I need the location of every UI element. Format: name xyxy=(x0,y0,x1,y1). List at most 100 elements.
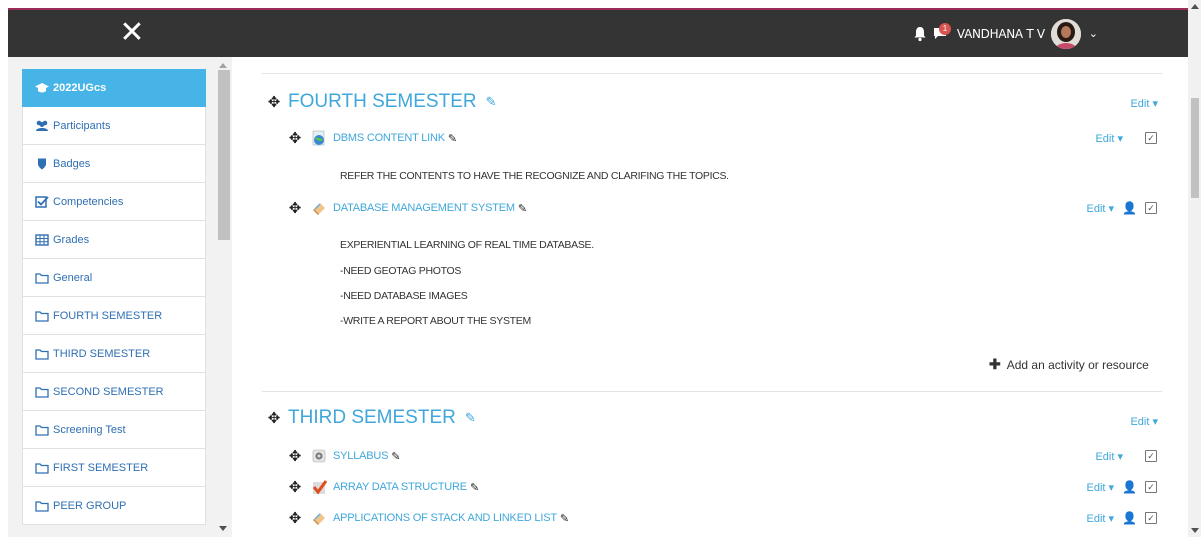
folder-icon xyxy=(35,272,49,284)
move-icon[interactable]: ✥ xyxy=(266,409,282,427)
section-title[interactable]: THIRD SEMESTER xyxy=(288,407,456,429)
drawer-item-grades[interactable]: Grades xyxy=(22,221,206,259)
user-avatar-icon xyxy=(1050,18,1081,49)
drawer-item-competencies[interactable]: Competencies xyxy=(22,183,206,221)
section-edit-menu[interactable]: Edit ▾ xyxy=(1130,97,1158,110)
activity-link[interactable]: SYLLABUS xyxy=(333,450,388,462)
drawer-item-fourth-semester[interactable]: FOURTH SEMESTER xyxy=(22,297,206,335)
drawer-item-peer-group[interactable]: PEER GROUP xyxy=(22,487,206,525)
section-divider xyxy=(262,73,1162,74)
pencil-icon[interactable]: ✎ xyxy=(448,132,457,145)
message-count-badge: 1 xyxy=(938,22,951,35)
scroll-down-arrow-icon[interactable] xyxy=(1191,528,1199,533)
folder-icon xyxy=(35,424,49,436)
person-icon[interactable]: 👤 xyxy=(1122,201,1137,215)
file-icon xyxy=(312,449,326,463)
move-icon[interactable]: ✥ xyxy=(287,478,303,496)
user-menu-area: 1 VANDHANA T V ⌄ xyxy=(913,10,1098,57)
activity-controls: Edit ▾ ✓ xyxy=(1095,450,1157,463)
move-icon[interactable]: ✥ xyxy=(287,199,303,217)
shield-icon xyxy=(38,158,46,169)
completion-checkbox[interactable]: ✓ xyxy=(1145,450,1157,462)
folder-icon xyxy=(35,500,49,512)
pencil-icon[interactable]: ✎ xyxy=(391,450,400,463)
drawer-scrollbar[interactable] xyxy=(215,57,232,537)
scrollbar-thumb[interactable] xyxy=(218,70,230,240)
drawer-nav-list: 2022UGcs Participants Badges Competencie… xyxy=(22,69,206,525)
plus-icon: ✚ xyxy=(989,356,1001,372)
activity-link[interactable]: ARRAY DATA STRUCTURE xyxy=(333,481,467,493)
quiz-icon xyxy=(312,480,327,495)
move-icon[interactable]: ✥ xyxy=(287,447,303,465)
activity-controls: Edit ▾ ✓ xyxy=(1095,132,1157,145)
pencil-icon[interactable]: ✎ xyxy=(465,410,476,426)
bell-icon[interactable] xyxy=(913,26,927,42)
completion-checkbox[interactable]: ✓ xyxy=(1145,202,1157,214)
activity-link[interactable]: DBMS CONTENT LINK xyxy=(333,132,445,144)
graduation-cap-icon xyxy=(35,83,49,93)
assignment-icon xyxy=(313,203,325,215)
drawer-item-second-semester[interactable]: SECOND SEMESTER xyxy=(22,373,206,411)
page-scrollbar[interactable] xyxy=(1188,0,1201,537)
drawer-item-label: 2022UGcs xyxy=(53,82,107,94)
activity-link[interactable]: DATABASE MANAGEMENT SYSTEM xyxy=(333,202,515,214)
completion-checkbox[interactable]: ✓ xyxy=(1145,512,1157,524)
scroll-down-arrow-icon[interactable] xyxy=(219,526,227,531)
add-activity-button[interactable]: ✚ Add an activity or resource xyxy=(989,356,1149,373)
users-icon xyxy=(36,120,48,131)
activity-link[interactable]: APPLICATIONS OF STACK AND LINKED LIST xyxy=(333,512,557,524)
drawer-item-general[interactable]: General xyxy=(22,259,206,297)
folder-icon xyxy=(35,348,49,360)
drawer-item-third-semester[interactable]: THIRD SEMESTER xyxy=(22,335,206,373)
messages-button[interactable]: 1 xyxy=(933,22,951,42)
section-header-third-semester: ✥ THIRD SEMESTER ✎ xyxy=(266,407,476,429)
course-drawer: 2022UGcs Participants Badges Competencie… xyxy=(8,57,232,537)
drawer-item-label: SECOND SEMESTER xyxy=(53,385,164,398)
pencil-icon[interactable]: ✎ xyxy=(470,481,479,494)
completion-checkbox[interactable]: ✓ xyxy=(1145,132,1157,144)
drawer-item-participants[interactable]: Participants xyxy=(22,107,206,145)
section-header-fourth-semester: ✥ FOURTH SEMESTER ✎ xyxy=(266,91,497,113)
section-edit-menu[interactable]: Edit ▾ xyxy=(1130,415,1158,428)
drawer-item-first-semester[interactable]: FIRST SEMESTER xyxy=(22,449,206,487)
drawer-item-label: Badges xyxy=(53,157,91,170)
activity-row: ✥ DATABASE MANAGEMENT SYSTEM ✎ Edit ▾ 👤 … xyxy=(287,197,1167,219)
pencil-icon[interactable]: ✎ xyxy=(560,512,569,525)
section-divider xyxy=(262,391,1162,392)
scrollbar-thumb[interactable] xyxy=(1191,98,1199,198)
person-icon[interactable]: 👤 xyxy=(1122,480,1137,494)
close-drawer-button[interactable]: ✕ xyxy=(116,18,148,50)
activity-edit-menu[interactable]: Edit ▾ xyxy=(1087,481,1115,494)
activity-edit-menu[interactable]: Edit ▾ xyxy=(1095,450,1123,463)
user-name[interactable]: VANDHANA T V xyxy=(957,27,1045,41)
activity-edit-menu[interactable]: Edit ▾ xyxy=(1095,132,1123,145)
activity-controls: Edit ▾ 👤 ✓ xyxy=(1087,480,1157,494)
move-icon[interactable]: ✥ xyxy=(287,129,303,147)
move-icon[interactable]: ✥ xyxy=(266,93,282,111)
pencil-icon[interactable]: ✎ xyxy=(486,94,497,110)
drawer-item-screening-test[interactable]: Screening Test xyxy=(22,411,206,449)
url-icon xyxy=(312,130,325,146)
activity-row: ✥ SYLLABUS ✎ Edit ▾ ✓ xyxy=(287,445,1167,467)
scroll-up-arrow-icon[interactable] xyxy=(1191,4,1199,9)
activity-edit-menu[interactable]: Edit ▾ xyxy=(1087,202,1115,215)
scroll-up-arrow-icon[interactable] xyxy=(219,63,227,68)
activity-row: ✥ DBMS CONTENT LINK ✎ Edit ▾ ✓ xyxy=(287,127,1167,149)
drawer-item-label: FIRST SEMESTER xyxy=(53,461,149,474)
drawer-item-badges[interactable]: Badges xyxy=(22,145,206,183)
avatar[interactable] xyxy=(1050,18,1081,49)
activity-edit-menu[interactable]: Edit ▾ xyxy=(1087,512,1115,525)
table-icon xyxy=(35,233,49,246)
person-icon[interactable]: 👤 xyxy=(1122,511,1137,525)
section-title[interactable]: FOURTH SEMESTER xyxy=(288,91,477,113)
chevron-down-icon[interactable]: ⌄ xyxy=(1089,27,1098,40)
completion-checkbox[interactable]: ✓ xyxy=(1145,481,1157,493)
drawer-item-label: FOURTH SEMESTER xyxy=(53,309,163,322)
pencil-icon[interactable]: ✎ xyxy=(518,202,527,215)
activity-row: ✥ APPLICATIONS OF STACK AND LINKED LIST … xyxy=(287,507,1167,529)
drawer-item-course-home[interactable]: 2022UGcs xyxy=(22,69,206,107)
activity-description-line: -NEED GEOTAG PHOTOS xyxy=(340,265,462,277)
activity-controls: Edit ▾ 👤 ✓ xyxy=(1087,511,1157,525)
move-icon[interactable]: ✥ xyxy=(287,509,303,527)
activity-description: REFER THE CONTENTS TO HAVE THE RECOGNIZE… xyxy=(340,170,729,182)
